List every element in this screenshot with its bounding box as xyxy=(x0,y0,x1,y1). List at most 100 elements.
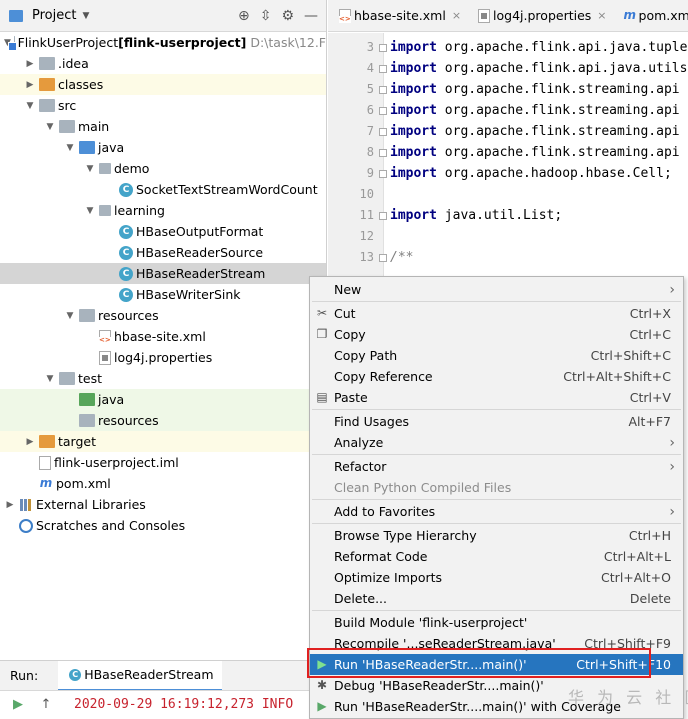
tree-item[interactable]: C HBaseWriterSink xyxy=(0,284,326,305)
class-icon: C xyxy=(69,668,82,681)
close-icon[interactable]: × xyxy=(597,9,606,22)
menu-item-build-module-flink-userproject[interactable]: Build Module 'flink-userproject' xyxy=(310,612,683,633)
chevron-down-icon[interactable]: ▼ xyxy=(44,374,56,384)
menu-separator xyxy=(312,301,681,302)
menu-item-paste[interactable]: ▤ Paste Ctrl+V xyxy=(310,387,683,408)
line-number: 5 xyxy=(366,82,374,96)
menu-item-copy-reference[interactable]: Copy Reference Ctrl+Alt+Shift+C xyxy=(310,366,683,387)
fold-marker-icon[interactable] xyxy=(379,86,387,94)
menu-separator xyxy=(312,523,681,524)
code-line: 5 import org.apache.flink.streaming.api xyxy=(328,79,688,100)
menu-item-add-to-favorites[interactable]: Add to Favorites › xyxy=(310,501,683,522)
tree-item[interactable]: ▼FlinkUserProject [flink-userproject]D:\… xyxy=(0,32,326,53)
minimize-icon[interactable]: — xyxy=(304,8,318,24)
chevron-right-icon[interactable]: ▶ xyxy=(4,500,16,510)
code-text: import java.util.List; xyxy=(390,205,562,226)
menu-item-copy[interactable]: ❐ Copy Ctrl+C xyxy=(310,324,683,345)
line-number: 3 xyxy=(366,40,374,54)
fold-marker-icon[interactable] xyxy=(379,107,387,115)
code-line: 10 xyxy=(328,184,688,205)
menu-item-copy-path[interactable]: Copy Path Ctrl+Shift+C xyxy=(310,345,683,366)
properties-file-icon xyxy=(99,350,111,365)
tree-item[interactable]: ▼ learning xyxy=(0,200,326,221)
run-console[interactable]: ▶ ↑ 2020-09-29 16:19:12,273 INFO xyxy=(0,690,309,719)
tree-item[interactable]: m pom.xml xyxy=(0,473,326,494)
rerun-icon[interactable]: ▶ xyxy=(8,695,28,715)
editor-tab[interactable]: log4j.properties × xyxy=(467,0,612,31)
fold-marker-icon[interactable] xyxy=(379,149,387,157)
code-line: 13 /** xyxy=(328,247,688,268)
tree-item[interactable]: ▶ classes xyxy=(0,74,326,95)
tree-item[interactable]: log4j.properties xyxy=(0,347,326,368)
folder-icon xyxy=(59,372,75,385)
fold-marker-icon[interactable] xyxy=(379,212,387,220)
keyword: import xyxy=(390,166,437,181)
gear-icon[interactable]: ⚙ xyxy=(281,8,294,24)
fold-marker-icon[interactable] xyxy=(379,128,387,136)
crosshair-icon[interactable]: ⊕ xyxy=(238,8,250,24)
menu-separator xyxy=(312,454,681,455)
tree-item[interactable]: hbase-site.xml xyxy=(0,326,326,347)
menu-item-shortcut: Ctrl+Alt+Shift+C xyxy=(563,369,671,384)
menu-item-optimize-imports[interactable]: Optimize Imports Ctrl+Alt+O xyxy=(310,567,683,588)
chevron-right-icon[interactable]: ▶ xyxy=(24,80,36,90)
tree-item[interactable]: java xyxy=(0,389,326,410)
chevron-right-icon[interactable]: ▶ xyxy=(24,59,36,69)
editor-tab[interactable]: m pom.xml xyxy=(613,0,688,31)
close-icon[interactable]: × xyxy=(452,9,461,22)
menu-item-new[interactable]: New › xyxy=(310,279,683,300)
tree-item[interactable]: C HBaseOutputFormat xyxy=(0,221,326,242)
menu-item-label: Build Module 'flink-userproject' xyxy=(334,615,528,630)
editor-tab[interactable]: hbase-site.xml × xyxy=(328,0,467,31)
class-icon: C xyxy=(119,245,133,260)
tree-item-label: java xyxy=(98,392,125,407)
tree-item[interactable]: ▼ resources xyxy=(0,305,326,326)
tree-item[interactable]: ▼ java xyxy=(0,137,326,158)
chevron-down-icon[interactable]: ▼ xyxy=(84,164,96,174)
tree-item[interactable]: ▶ target xyxy=(0,431,326,452)
fold-marker-icon[interactable] xyxy=(379,65,387,73)
tree-item[interactable]: Scratches and Consoles xyxy=(0,515,326,536)
chevron-down-icon[interactable]: ▼ xyxy=(82,11,89,21)
chevron-down-icon[interactable]: ▼ xyxy=(64,143,76,153)
arrow-up-icon[interactable]: ↑ xyxy=(36,695,56,715)
tree-item-label: Scratches and Consoles xyxy=(36,518,186,533)
tree-item[interactable]: C HBaseReaderStream xyxy=(0,263,326,284)
code-content: org.apache.flink.streaming.api xyxy=(436,103,680,118)
chevron-down-icon[interactable]: ▼ xyxy=(44,122,56,132)
menu-item-browse-type-hierarchy[interactable]: Browse Type Hierarchy Ctrl+H xyxy=(310,525,683,546)
menu-item-reformat-code[interactable]: Reformat Code Ctrl+Alt+L xyxy=(310,546,683,567)
fold-marker-icon[interactable] xyxy=(379,44,387,52)
tree-item[interactable]: ▼ src xyxy=(0,95,326,116)
tree-item[interactable]: ▶ .idea xyxy=(0,53,326,74)
tree-item[interactable]: C HBaseReaderSource xyxy=(0,242,326,263)
tree-item[interactable]: C SocketTextStreamWordCount xyxy=(0,179,326,200)
tree-item-label: pom.xml xyxy=(56,476,111,491)
tree-item[interactable]: resources xyxy=(0,410,326,431)
menu-item-refactor[interactable]: Refactor › xyxy=(310,456,683,477)
menu-item-analyze[interactable]: Analyze › xyxy=(310,432,683,453)
tree-item[interactable]: ▼ demo xyxy=(0,158,326,179)
fold-marker-icon[interactable] xyxy=(379,254,387,262)
project-view-icon xyxy=(9,9,23,22)
tree-item[interactable]: ▼ main xyxy=(0,116,326,137)
project-panel-title[interactable]: Project xyxy=(32,8,76,23)
fold-marker-icon[interactable] xyxy=(379,170,387,178)
tree-item-label: demo xyxy=(114,161,150,176)
tree-item-label: src xyxy=(58,98,77,113)
tree-item[interactable]: ▶ External Libraries xyxy=(0,494,326,515)
run-tab[interactable]: C HBaseReaderStream xyxy=(58,661,222,690)
menu-item-delete[interactable]: Delete... Delete xyxy=(310,588,683,609)
chevron-down-icon[interactable]: ▼ xyxy=(64,311,76,321)
menu-item-cut[interactable]: ✂ Cut Ctrl+X xyxy=(310,303,683,324)
code-text: import org.apache.flink.streaming.api xyxy=(390,142,680,163)
chevron-down-icon[interactable]: ▼ xyxy=(24,101,36,111)
tree-item-label: target xyxy=(58,434,97,449)
collapse-icon[interactable]: ⇳ xyxy=(260,8,272,24)
tree-item[interactable]: ▼ test xyxy=(0,368,326,389)
chevron-down-icon[interactable]: ▼ xyxy=(84,206,96,216)
chevron-right-icon[interactable]: ▶ xyxy=(24,437,36,447)
menu-item-find-usages[interactable]: Find Usages Alt+F7 xyxy=(310,411,683,432)
tree-item[interactable]: flink-userproject.iml xyxy=(0,452,326,473)
module-folder-icon xyxy=(9,36,16,51)
